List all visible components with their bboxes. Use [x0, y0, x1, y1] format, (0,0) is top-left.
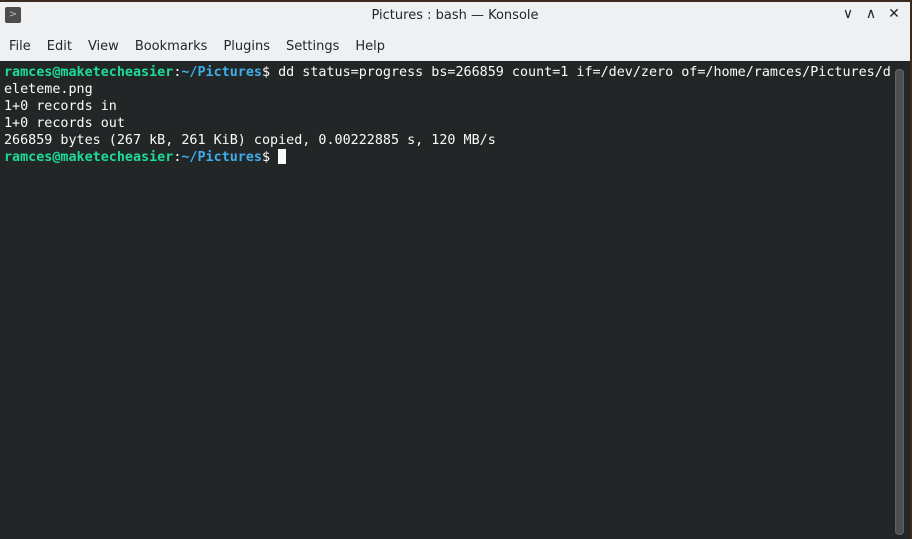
text-cursor — [278, 149, 287, 164]
menu-bookmarks[interactable]: Bookmarks — [129, 39, 218, 54]
prompt-user: ramces@maketecheasier — [4, 150, 174, 165]
menu-view[interactable]: View — [82, 39, 129, 54]
prompt-symbol: $ — [262, 65, 279, 80]
output-line: 1+0 records in — [4, 99, 117, 114]
maximize-icon[interactable]: ∧ — [862, 6, 880, 22]
menu-bar: File Edit View Bookmarks Plugins Setting… — [0, 32, 910, 60]
scrollbar[interactable] — [895, 69, 904, 535]
menu-plugins[interactable]: Plugins — [217, 39, 280, 54]
menu-edit[interactable]: Edit — [41, 39, 82, 54]
output-line: 1+0 records out — [4, 116, 125, 131]
close-icon[interactable]: ✕ — [885, 6, 903, 22]
prompt-user: ramces@maketecheasier — [4, 65, 174, 80]
menu-help[interactable]: Help — [349, 39, 395, 54]
konsole-window: > Pictures : bash — Konsole ∨ ∧ ✕ File E… — [0, 2, 910, 539]
command-line: ramces@maketecheasier:~/Pictures$ dd sta… — [4, 64, 910, 81]
title-bar[interactable]: > Pictures : bash — Konsole ∨ ∧ ✕ — [0, 2, 910, 32]
prompt-symbol: $ — [262, 150, 279, 165]
terminal-area[interactable]: ramces@maketecheasier:~/Pictures$ dd sta… — [0, 61, 910, 539]
prompt-path: ~/Pictures — [181, 150, 262, 165]
command-text: dd status=progress bs=266859 count=1 if=… — [278, 65, 891, 80]
output-line: 266859 bytes (267 kB, 261 KiB) copied, 0… — [4, 133, 496, 148]
minimize-icon[interactable]: ∨ — [839, 6, 857, 22]
current-prompt: ramces@maketecheasier:~/Pictures$ — [4, 149, 910, 166]
command-wrap: eleteme.png — [4, 82, 93, 97]
menu-file[interactable]: File — [3, 39, 41, 54]
menu-settings[interactable]: Settings — [280, 39, 349, 54]
prompt-path: ~/Pictures — [181, 65, 262, 80]
window-title: Pictures : bash — Konsole — [371, 8, 539, 23]
